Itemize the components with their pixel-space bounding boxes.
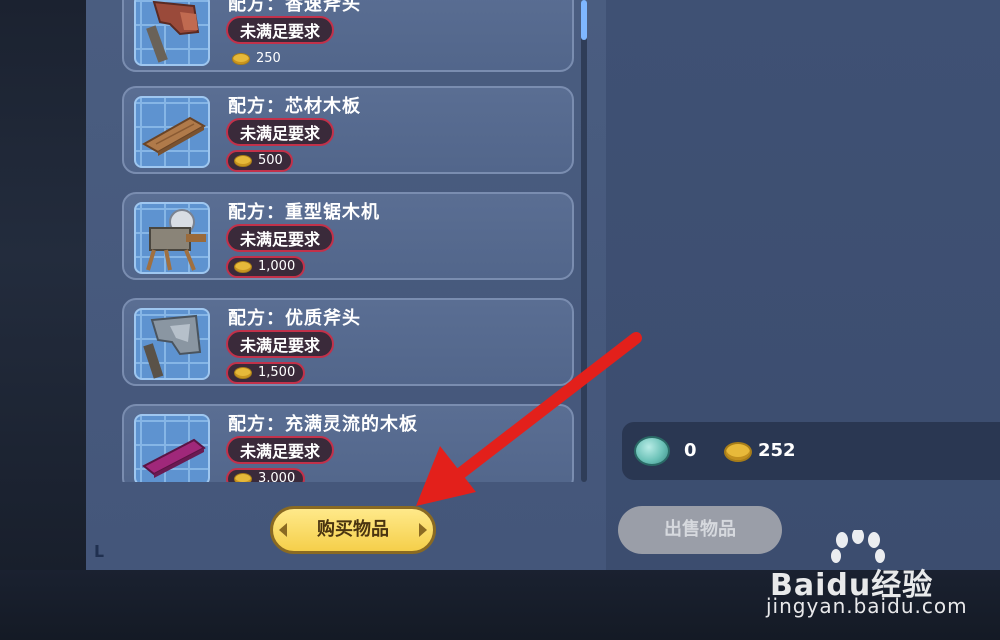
item-title: 配方：重型锯木机 — [228, 202, 380, 223]
item-title: 配方：优质斧头 — [228, 308, 361, 329]
item-title: 配方：香速斧头 — [228, 0, 361, 15]
list-item[interactable]: 配方：充满灵流的木板 未满足要求 3,000 — [122, 404, 574, 482]
requirement-badge: 未满足要求 — [226, 330, 335, 358]
item-price: 1,000 — [226, 256, 306, 278]
currency-bar — [622, 422, 1000, 480]
requirement-badge: 未满足要求 — [226, 16, 335, 44]
scrollbar-thumb[interactable] — [581, 0, 587, 40]
wood-plank-icon — [141, 116, 207, 156]
item-list[interactable]: 配方：香速斧头 未满足要求 250 配方：芯材木板 未满足要求 500 配方：重… — [116, 0, 591, 482]
gold-coin-icon — [234, 155, 252, 167]
left-notch-icon — [279, 523, 287, 537]
gold-count: 252 — [758, 440, 796, 461]
gold-coin-icon — [232, 53, 250, 65]
sawmill-icon — [146, 209, 206, 271]
gold-coin-icon — [234, 367, 252, 379]
gem-count: 0 — [684, 440, 697, 461]
item-price-value: 500 — [258, 153, 283, 168]
list-item[interactable]: 配方：芯材木板 未满足要求 500 — [122, 86, 574, 174]
watermark-url: jingyan.baidu.com — [766, 594, 968, 618]
item-price: 500 — [226, 150, 293, 172]
buy-button[interactable]: 购买物品 — [270, 506, 436, 554]
list-item[interactable]: 配方：香速斧头 未满足要求 250 — [122, 0, 574, 72]
requirement-badge: 未满足要求 — [226, 118, 335, 146]
item-price: 1,500 — [226, 362, 306, 384]
item-price-value: 1,500 — [258, 365, 296, 380]
list-scrollbar[interactable] — [581, 0, 587, 482]
gold-coin-icon — [724, 442, 752, 462]
buy-button-label: 购买物品 — [317, 519, 389, 540]
list-item[interactable]: 配方：优质斧头 未满足要求 1,500 — [122, 298, 574, 386]
item-price: 3,000 — [226, 468, 306, 482]
item-price: 250 — [226, 48, 289, 70]
plank-purple-icon — [142, 438, 206, 478]
shop-detail-panel — [606, 0, 1000, 570]
item-price-value: 1,000 — [258, 259, 296, 274]
item-price-value: 250 — [256, 51, 281, 66]
axe-quality-icon — [143, 314, 202, 379]
gold-coin-icon — [234, 261, 252, 273]
gold-coin-icon — [234, 473, 252, 482]
background-left — [0, 0, 90, 640]
requirement-badge: 未满足要求 — [226, 224, 335, 252]
requirement-badge: 未满足要求 — [226, 436, 335, 464]
right-notch-icon — [419, 523, 427, 537]
item-title: 配方：芯材木板 — [228, 96, 361, 117]
sell-button[interactable]: 出售物品 — [618, 506, 782, 554]
axe-rusty-icon — [146, 0, 200, 63]
item-title: 配方：充满灵流的木板 — [228, 414, 418, 435]
gem-coin-icon — [634, 436, 670, 466]
list-item[interactable]: 配方：重型锯木机 未满足要求 1,000 — [122, 192, 574, 280]
corner-icon: ᒪ — [94, 542, 105, 561]
item-price-value: 3,000 — [258, 471, 296, 482]
